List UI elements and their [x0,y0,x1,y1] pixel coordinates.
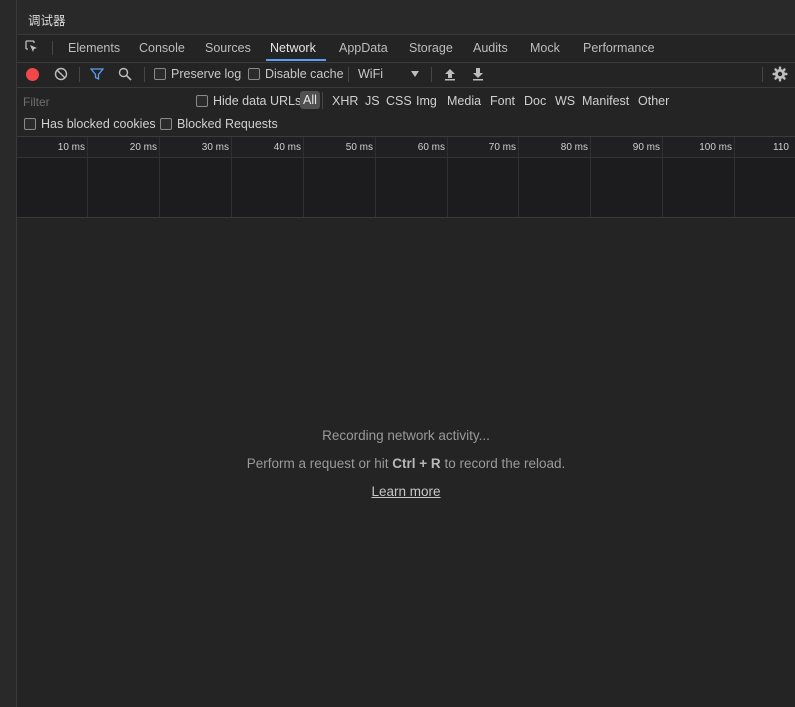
tab-appdata[interactable]: AppData [339,41,388,55]
disable-cache-checkbox[interactable]: Disable cache [248,67,344,81]
filter-type-css[interactable]: CSS [386,94,412,108]
toolbar-divider [348,67,349,82]
timeline-gridline [590,137,591,217]
timeline-tick-label: 30 ms [201,142,229,153]
timeline-tick-label: 40 ms [273,142,301,153]
timeline-tick-label: 100 ms [699,142,732,153]
blocked-requests-checkbox[interactable]: Blocked Requests [160,117,278,131]
timeline-gridline [231,137,232,217]
tab-audits[interactable]: Audits [473,41,508,55]
reload-hint: Perform a request or hit Ctrl + R to rec… [17,456,795,471]
filter-input[interactable] [17,91,200,113]
timeline-tick-label: 60 ms [417,142,445,153]
disable-cache-label: Disable cache [265,67,344,81]
title-bar: 调试器 [17,0,795,35]
toolbar-divider [144,67,145,82]
checkbox-box[interactable] [248,68,260,80]
inspect-element-icon[interactable] [25,40,39,54]
timeline-tick-label: 90 ms [632,142,660,153]
filter-divider [322,92,323,109]
toolbar-divider [79,67,80,82]
checkbox-box[interactable] [24,118,36,130]
tab-performance[interactable]: Performance [583,41,655,55]
search-icon[interactable] [118,67,132,81]
preserve-log-checkbox[interactable]: Preserve log [154,67,241,81]
hide-data-urls-label: Hide data URLs [213,94,302,108]
window-title: 调试器 [28,14,66,28]
timeline-tick-label: 80 ms [560,142,588,153]
preserve-log-label: Preserve log [171,67,242,81]
timeline-tick-label: 50 ms [345,142,373,153]
filter-type-ws[interactable]: WS [555,94,575,108]
tab-mock[interactable]: Mock [530,41,560,55]
filter-type-manifest[interactable]: Manifest [582,94,629,108]
blocked-requests-label: Blocked Requests [177,117,278,131]
gear-icon[interactable] [772,66,788,82]
tab-elements[interactable]: Elements [68,41,120,55]
tab-divider [52,41,53,55]
tab-storage[interactable]: Storage [409,41,453,55]
chevron-down-icon[interactable] [411,71,419,77]
filter-type-media[interactable]: Media [447,94,481,108]
active-tab-indicator [266,59,326,61]
reload-hint-prefix: Perform a request or hit [246,456,393,471]
timeline-gridline [447,137,448,217]
filter-type-js[interactable]: JS [365,94,380,108]
toolbar-divider [431,67,432,82]
reload-shortcut: Ctrl + R [392,456,441,471]
timeline-gridline [662,137,663,217]
has-blocked-cookies-label: Has blocked cookies [41,117,156,131]
checkbox-box[interactable] [154,68,166,80]
filter-icon[interactable] [90,67,104,81]
timeline-tick-label: 20 ms [129,142,157,153]
devtools-tab-bar: Elements Console Sources Network AppData… [17,35,795,63]
clear-icon[interactable] [54,67,68,81]
timeline-tick-label: 110 [773,142,789,153]
import-har-icon[interactable] [444,67,456,81]
left-edge-strip [0,0,17,707]
tab-sources[interactable]: Sources [205,41,251,55]
timeline-gridline [375,137,376,217]
reload-hint-suffix: to record the reload. [440,456,566,471]
has-blocked-cookies-checkbox[interactable]: Has blocked cookies [24,117,156,131]
network-toolbar: Preserve log Disable cache WiFi [17,63,795,88]
timeline-gridline [518,137,519,217]
timeline-gridline [159,137,160,217]
checkbox-box[interactable] [160,118,172,130]
filter-type-font[interactable]: Font [490,94,515,108]
filter-type-doc[interactable]: Doc [524,94,546,108]
overview-timeline[interactable]: 10 ms 20 ms 30 ms 40 ms 50 ms 60 ms 70 m… [17,137,795,218]
checkbox-box[interactable] [196,95,208,107]
export-har-icon[interactable] [472,67,484,81]
filter-type-xhr[interactable]: XHR [332,94,358,108]
throttle-select-value[interactable]: WiFi [358,67,383,81]
recording-message: Recording network activity... [322,428,490,443]
learn-more-link[interactable]: Learn more [371,484,440,499]
timeline-tick-label: 10 ms [57,142,85,153]
record-button[interactable] [26,68,39,81]
filter-type-img[interactable]: Img [416,94,437,108]
timeline-gridline [87,137,88,217]
filter-type-all[interactable]: All [300,91,320,109]
tab-console[interactable]: Console [139,41,185,55]
filter-type-other[interactable]: Other [638,94,669,108]
requests-empty-state: Recording network activity... Perform a … [17,218,795,707]
hide-data-urls-checkbox[interactable]: Hide data URLs [196,94,301,108]
toolbar-divider [762,67,763,82]
timeline-tick-label: 70 ms [488,142,516,153]
timeline-gridline [303,137,304,217]
filter-bar: Hide data URLs All XHR JS CSS Img Media … [17,88,795,137]
tab-network[interactable]: Network [270,41,316,55]
